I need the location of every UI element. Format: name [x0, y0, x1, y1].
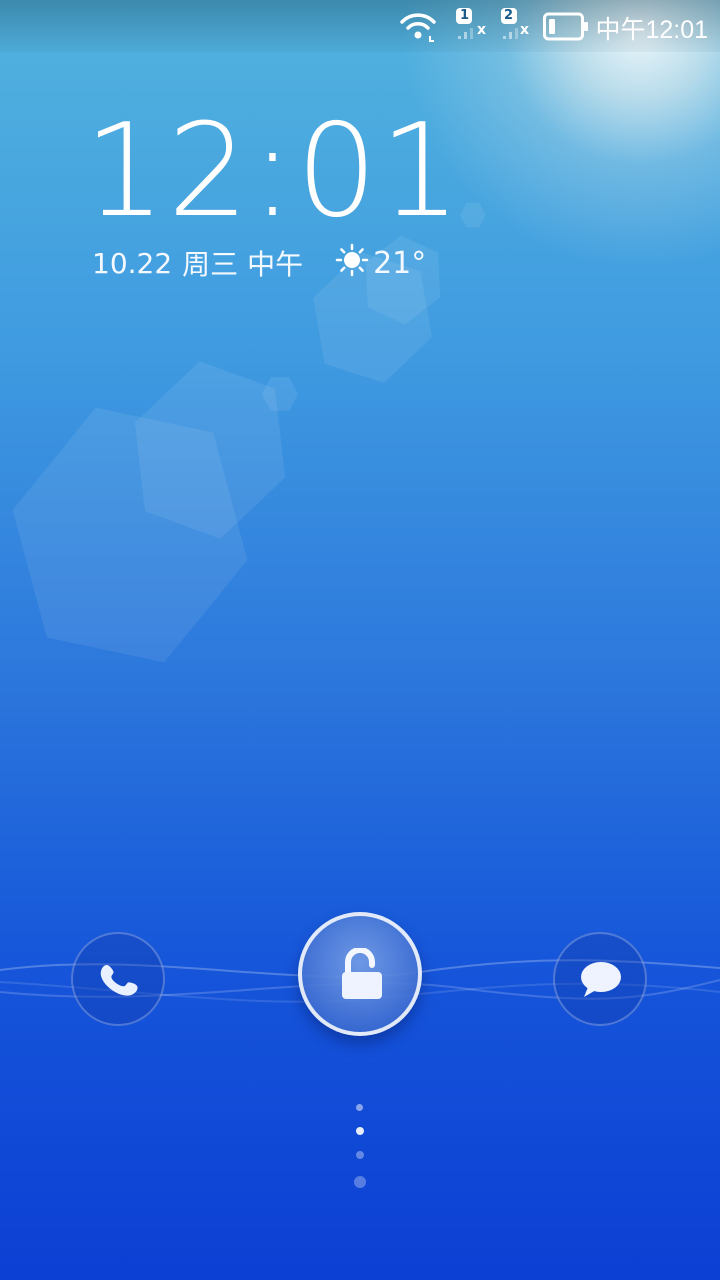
weekday-period-text: 周三 中午: [182, 248, 304, 281]
temperature-text: 21°: [373, 245, 427, 281]
message-shortcut-button[interactable]: [553, 932, 647, 1026]
sim2-label: 2: [504, 8, 514, 23]
page-indicator-dot: [356, 1104, 363, 1111]
page-indicator-dot: [356, 1151, 364, 1159]
phone-shortcut-button[interactable]: [71, 932, 165, 1026]
status-time: 中午12:01: [595, 16, 708, 44]
lock-screen: 1 x 2 x 中午12:01 12:01 10.22 周三 中午 21°: [0, 0, 720, 1280]
sim1-no-signal-mark: x: [477, 22, 487, 38]
sim2-no-signal-mark: x: [520, 22, 530, 38]
date-text: 10.22: [92, 246, 173, 280]
sun-icon: [335, 243, 373, 284]
date-weather-row: 10.22 周三 中午 21°: [92, 243, 426, 283]
wifi-icon: [398, 10, 438, 46]
battery-icon: [543, 12, 589, 46]
status-bar: 1 x 2 x 中午12:01: [0, 0, 720, 52]
unlock-button[interactable]: [298, 912, 422, 1036]
lockscreen-clock: 12:01: [84, 97, 463, 246]
page-indicator-dot-active: [356, 1127, 364, 1135]
sim1-label: 1: [460, 8, 470, 23]
page-indicator-dot: [354, 1176, 366, 1188]
